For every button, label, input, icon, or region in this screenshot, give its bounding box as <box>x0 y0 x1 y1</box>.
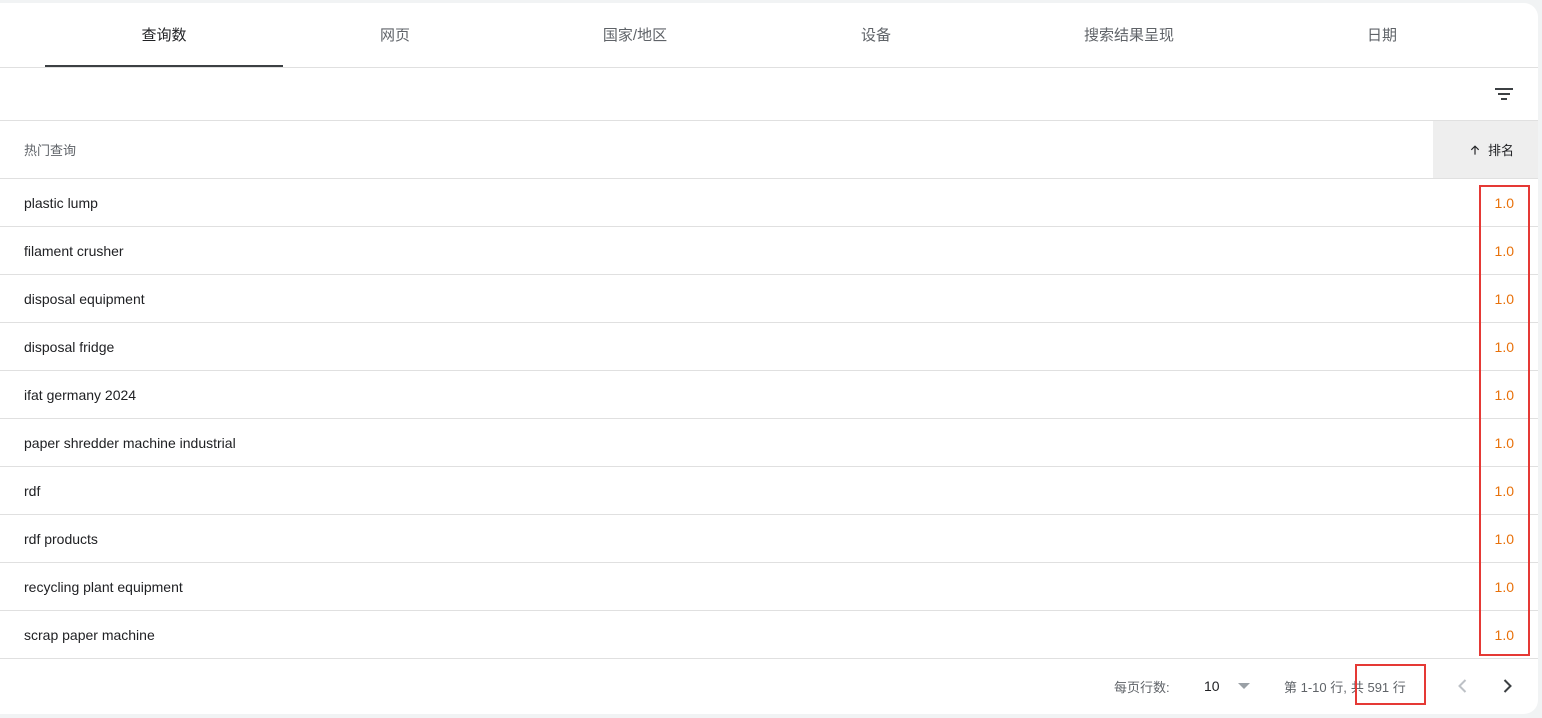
previous-page-button[interactable] <box>1451 674 1475 698</box>
table-body: plastic lump 1.0 filament crusher 1.0 di… <box>0 179 1538 659</box>
tab-pages[interactable]: 网页 <box>283 3 507 66</box>
query-cell: rdf <box>24 482 41 499</box>
arrow-up-icon <box>1470 144 1480 155</box>
query-cell: ifat germany 2024 <box>24 386 137 403</box>
next-page-button[interactable] <box>1495 674 1519 698</box>
table-row[interactable]: paper shredder machine industrial 1.0 <box>0 419 1538 467</box>
table-row[interactable]: rdf 1.0 <box>0 467 1538 515</box>
position-cell: 1.0 <box>1494 290 1514 307</box>
column-header-position[interactable]: 排名 <box>1433 121 1538 178</box>
query-cell: paper shredder machine industrial <box>24 434 236 451</box>
query-cell: recycling plant equipment <box>24 578 183 595</box>
position-cell: 1.0 <box>1494 578 1514 595</box>
query-cell: disposal fridge <box>24 338 115 355</box>
position-cell: 1.0 <box>1494 338 1514 355</box>
table-row[interactable]: disposal fridge 1.0 <box>0 323 1538 371</box>
table-row[interactable]: disposal equipment 1.0 <box>0 275 1538 323</box>
dimension-tabs: 查询数 网页 国家/地区 设备 搜索结果呈现 日期 <box>0 3 1538 68</box>
filter-button[interactable] <box>1492 82 1516 106</box>
table-row[interactable]: rdf products 1.0 <box>0 515 1538 563</box>
tab-dates[interactable]: 日期 <box>1269 3 1495 66</box>
rows-per-page-label: 每页行数: <box>1114 679 1170 695</box>
rows-per-page-value: 10 <box>1204 678 1220 694</box>
query-cell: scrap paper machine <box>24 626 155 643</box>
tab-queries[interactable]: 查询数 <box>45 3 283 67</box>
position-cell: 1.0 <box>1494 482 1514 499</box>
table-row[interactable]: scrap paper machine 1.0 <box>0 611 1538 659</box>
table-row[interactable]: filament crusher 1.0 <box>0 227 1538 275</box>
chevron-left-icon <box>1458 679 1467 693</box>
position-cell: 1.0 <box>1494 530 1514 547</box>
position-cell: 1.0 <box>1494 386 1514 403</box>
dropdown-arrow-icon <box>1237 683 1250 689</box>
pagination-bar: 每页行数: 10 第 1-10 行, 共 591 行 <box>0 659 1538 713</box>
pagination-total-text: 共 591 行 <box>1350 679 1406 695</box>
tab-search-appearance[interactable]: 搜索结果呈现 <box>989 3 1269 66</box>
position-cell: 1.0 <box>1494 626 1514 643</box>
column-header-top-queries[interactable]: 热门查询 <box>24 121 76 178</box>
position-cell: 1.0 <box>1494 242 1514 259</box>
column-header-position-label: 排名 <box>1487 143 1514 158</box>
query-cell: plastic lump <box>24 194 98 211</box>
tab-countries[interactable]: 国家/地区 <box>507 3 763 66</box>
tab-devices[interactable]: 设备 <box>763 3 989 66</box>
pagination-range-text: 第 1-10 行, <box>1284 679 1347 695</box>
rows-per-page-select[interactable]: 10 <box>1204 659 1250 713</box>
table-row[interactable]: recycling plant equipment 1.0 <box>0 563 1538 611</box>
chevron-right-icon <box>1503 679 1512 693</box>
table-row[interactable]: plastic lump 1.0 <box>0 179 1538 227</box>
table-header: 热门查询 排名 <box>0 121 1538 179</box>
query-cell: filament crusher <box>24 242 124 259</box>
query-cell: rdf products <box>24 530 98 547</box>
table-toolbar <box>0 68 1538 121</box>
table-row[interactable]: ifat germany 2024 1.0 <box>0 371 1538 419</box>
query-cell: disposal equipment <box>24 290 145 307</box>
pagination-range: 第 1-10 行, 共 591 行 <box>1284 659 1406 713</box>
query-performance-card: 查询数 网页 国家/地区 设备 搜索结果呈现 日期 热门查询 排名 plasti… <box>0 3 1538 714</box>
filter-list-icon <box>1495 88 1513 100</box>
position-cell: 1.0 <box>1494 434 1514 451</box>
position-cell: 1.0 <box>1494 194 1514 211</box>
